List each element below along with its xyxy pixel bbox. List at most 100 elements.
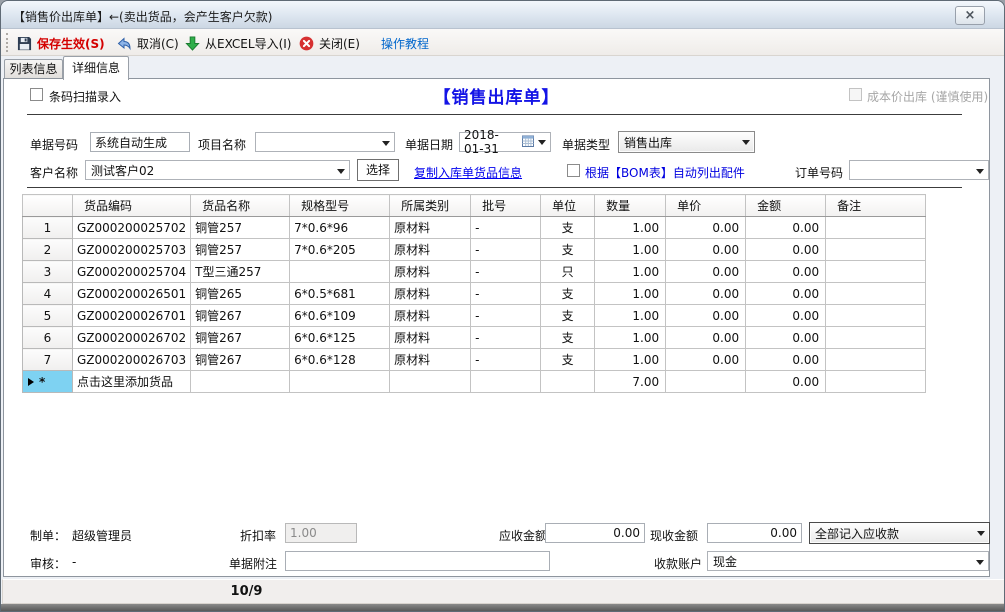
cell-qty[interactable]: 1.00	[595, 305, 666, 327]
receivable-input[interactable]	[545, 523, 645, 543]
row-number[interactable]: 3	[23, 261, 73, 283]
cell-note[interactable]	[826, 327, 926, 349]
received-input[interactable]	[707, 523, 802, 543]
bom-checkbox[interactable]	[567, 164, 580, 177]
cell-batch[interactable]: -	[471, 305, 541, 327]
row-number[interactable]: 4	[23, 283, 73, 305]
cell-qty[interactable]: 1.00	[595, 261, 666, 283]
cell-category[interactable]: 原材料	[390, 261, 471, 283]
cell-price[interactable]: 0.00	[666, 239, 746, 261]
cell-name[interactable]	[191, 371, 290, 393]
cell-batch[interactable]: -	[471, 217, 541, 239]
row-number[interactable]: 2	[23, 239, 73, 261]
cell-note[interactable]	[826, 239, 926, 261]
cell-qty[interactable]: 1.00	[595, 217, 666, 239]
cell-unit[interactable]: 支	[541, 239, 595, 261]
cell-spec[interactable]	[290, 371, 390, 393]
cell-category[interactable]: 原材料	[390, 239, 471, 261]
cell-price[interactable]	[666, 371, 746, 393]
cell-name[interactable]: 铜管267	[191, 305, 290, 327]
window-close-button[interactable]: ×	[955, 6, 985, 25]
cell-price[interactable]: 0.00	[666, 349, 746, 371]
cancel-button[interactable]: 取消(C)	[113, 32, 182, 54]
tab-detail-info[interactable]: 详细信息	[63, 56, 129, 80]
cell-code[interactable]: GZ000200026701	[73, 305, 191, 327]
cell-code[interactable]: GZ000200025703	[73, 239, 191, 261]
cell-amount[interactable]: 0.00	[746, 283, 826, 305]
cell-note[interactable]	[826, 217, 926, 239]
cell-name[interactable]: 铜管257	[191, 217, 290, 239]
cell-spec[interactable]: 6*0.5*681	[290, 283, 390, 305]
cell-batch[interactable]	[471, 371, 541, 393]
cell-name[interactable]: 铜管257	[191, 239, 290, 261]
add-row-marker[interactable]: *	[23, 371, 73, 393]
cell-batch[interactable]: -	[471, 239, 541, 261]
cell-price[interactable]: 0.00	[666, 261, 746, 283]
cell-code[interactable]: GZ000200025704	[73, 261, 191, 283]
doc-no-input[interactable]	[90, 132, 190, 152]
cell-unit[interactable]: 只	[541, 261, 595, 283]
row-number[interactable]: 5	[23, 305, 73, 327]
cell-unit[interactable]: 支	[541, 349, 595, 371]
cell-amount[interactable]: 0.00	[746, 349, 826, 371]
cell-qty[interactable]: 1.00	[595, 327, 666, 349]
cell-price[interactable]: 0.00	[666, 305, 746, 327]
cell-qty[interactable]: 1.00	[595, 283, 666, 305]
cell-spec[interactable]	[290, 261, 390, 283]
cell-unit[interactable]: 支	[541, 217, 595, 239]
cell-batch[interactable]: -	[471, 283, 541, 305]
tab-list-info[interactable]: 列表信息	[4, 59, 63, 78]
doc-note-input[interactable]	[285, 551, 550, 571]
project-dropdown[interactable]	[255, 132, 395, 152]
customer-dropdown[interactable]: 测试客户02	[85, 160, 350, 180]
save-button[interactable]: 保存生效(S)	[14, 32, 108, 54]
cell-unit[interactable]: 支	[541, 283, 595, 305]
row-number[interactable]: 6	[23, 327, 73, 349]
cell-unit[interactable]: 支	[541, 305, 595, 327]
cell-category[interactable]: 原材料	[390, 217, 471, 239]
cell-note[interactable]	[826, 371, 926, 393]
booking-mode-dropdown[interactable]: 全部记入应收款	[809, 522, 990, 544]
excel-import-button[interactable]: 从EXCEL导入(I)	[182, 32, 294, 54]
cell-spec[interactable]: 6*0.6*128	[290, 349, 390, 371]
row-number[interactable]: 1	[23, 217, 73, 239]
cell-name[interactable]: T型三通257	[191, 261, 290, 283]
cell-note[interactable]	[826, 305, 926, 327]
cell-amount[interactable]: 0.00	[746, 327, 826, 349]
cell-category[interactable]	[390, 371, 471, 393]
cell-batch[interactable]: -	[471, 349, 541, 371]
cell-price[interactable]: 0.00	[666, 327, 746, 349]
cell-unit[interactable]: 支	[541, 327, 595, 349]
date-picker[interactable]: 2018-01-31	[459, 132, 551, 152]
cell-note[interactable]	[826, 349, 926, 371]
cell-code[interactable]: GZ000200026501	[73, 283, 191, 305]
cell-name[interactable]: 铜管265	[191, 283, 290, 305]
cell-batch[interactable]: -	[471, 261, 541, 283]
cell-code[interactable]: GZ000200026703	[73, 349, 191, 371]
cell-spec[interactable]: 6*0.6*109	[290, 305, 390, 327]
cell-name[interactable]: 铜管267	[191, 327, 290, 349]
cell-note[interactable]	[826, 261, 926, 283]
cell-qty[interactable]: 1.00	[595, 349, 666, 371]
cell-code[interactable]: GZ000200025702	[73, 217, 191, 239]
select-customer-button[interactable]: 选择	[357, 159, 399, 181]
doc-type-dropdown[interactable]: 销售出库	[618, 131, 755, 153]
cell-unit[interactable]	[541, 371, 595, 393]
cell-amount[interactable]: 0.00	[746, 305, 826, 327]
cell-price[interactable]: 0.00	[666, 283, 746, 305]
order-no-dropdown[interactable]	[849, 160, 989, 180]
cell-category[interactable]: 原材料	[390, 349, 471, 371]
cell-category[interactable]: 原材料	[390, 327, 471, 349]
cell-category[interactable]: 原材料	[390, 305, 471, 327]
account-dropdown[interactable]: 现金	[707, 551, 989, 571]
close-form-button[interactable]: 关闭(E)	[296, 32, 363, 54]
row-number[interactable]: 7	[23, 349, 73, 371]
cell-price[interactable]: 0.00	[666, 217, 746, 239]
cell-amount[interactable]: 0.00	[746, 239, 826, 261]
cell-spec[interactable]: 7*0.6*205	[290, 239, 390, 261]
cell-category[interactable]: 原材料	[390, 283, 471, 305]
cell-note[interactable]	[826, 283, 926, 305]
cell-amount[interactable]: 0.00	[746, 261, 826, 283]
cell-spec[interactable]: 7*0.6*96	[290, 217, 390, 239]
cell-spec[interactable]: 6*0.6*125	[290, 327, 390, 349]
